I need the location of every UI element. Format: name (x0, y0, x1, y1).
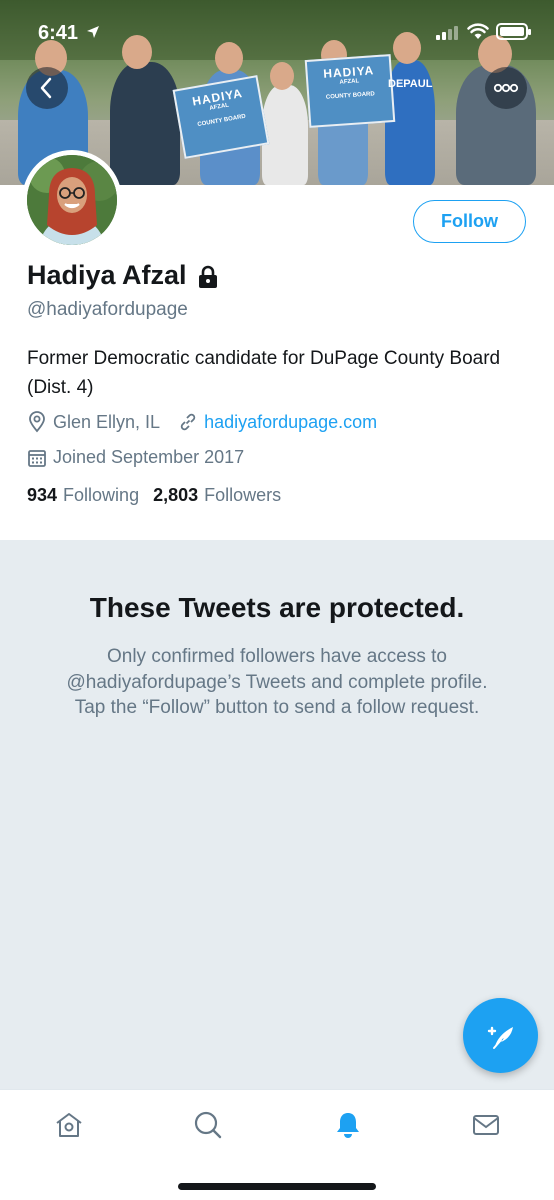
profile-meta-location: Glen Ellyn, IL hadiyafordupage.com (27, 411, 377, 433)
profile-location: Glen Ellyn, IL (53, 411, 161, 432)
more-options-button[interactable] (485, 67, 527, 109)
following-count: 934 (27, 485, 58, 505)
profile-joined-date: Joined September 2017 (53, 447, 245, 467)
back-button[interactable] (26, 67, 68, 109)
follow-button[interactable]: Follow (413, 200, 526, 243)
mail-icon (473, 1115, 499, 1135)
profile-meta-joined: Joined September 2017 (27, 447, 244, 468)
link-icon (178, 412, 198, 432)
protected-tweets-panel: These Tweets are protected. Only confirm… (0, 540, 554, 1090)
status-time: 6:41 (38, 22, 79, 44)
profile-name: Hadiya Afzal (27, 260, 187, 290)
chevron-left-icon (40, 77, 52, 99)
cellular-signal-icon (436, 26, 458, 40)
wifi-icon (467, 23, 489, 39)
bell-icon (337, 1113, 359, 1138)
avatar-photo (27, 155, 117, 245)
profile-website-link[interactable]: hadiyafordupage.com (204, 412, 377, 433)
compose-feather-icon (487, 1026, 513, 1049)
home-indicator (178, 1183, 376, 1190)
calendar-icon (27, 448, 47, 468)
tab-home[interactable] (49, 1108, 89, 1142)
protected-message: Only confirmed followers have access to … (66, 646, 488, 718)
lock-icon (198, 265, 217, 288)
tab-search[interactable] (188, 1108, 228, 1142)
following-count-link[interactable]: 934 Following (27, 485, 139, 506)
profile-counts: 934 Following 2,803 Followers (27, 485, 295, 506)
home-icon (56, 1113, 82, 1137)
location-arrow-icon (87, 26, 99, 38)
followers-count-link[interactable]: 2,803 Followers (153, 485, 281, 506)
tab-notifications[interactable] (328, 1108, 368, 1142)
followers-label: Followers (204, 485, 282, 505)
profile-avatar[interactable] (22, 150, 122, 250)
status-bar: 6:41 (0, 0, 554, 60)
profile-handle: @hadiyafordupage (27, 299, 188, 320)
search-icon (194, 1111, 222, 1139)
campaign-sign-left: HADIYA AFZAL COUNTY BOARD (172, 75, 270, 159)
shirt-text: DEPAUL (388, 78, 433, 90)
following-label: Following (63, 485, 140, 505)
more-dots-icon (493, 83, 519, 93)
protected-title: These Tweets are protected. (89, 592, 465, 623)
followers-count: 2,803 (153, 485, 199, 505)
profile-name-row: Hadiya Afzal (27, 260, 219, 291)
campaign-sign-right: HADIYA AFZAL COUNTY BOARD (304, 54, 396, 128)
location-pin-icon (27, 411, 47, 433)
tab-messages[interactable] (466, 1108, 506, 1142)
battery-icon (496, 23, 531, 40)
compose-tweet-button[interactable] (463, 998, 538, 1073)
profile-bio: Former Democratic candidate for DuPage C… (27, 348, 501, 398)
bottom-tab-bar (0, 1089, 554, 1200)
